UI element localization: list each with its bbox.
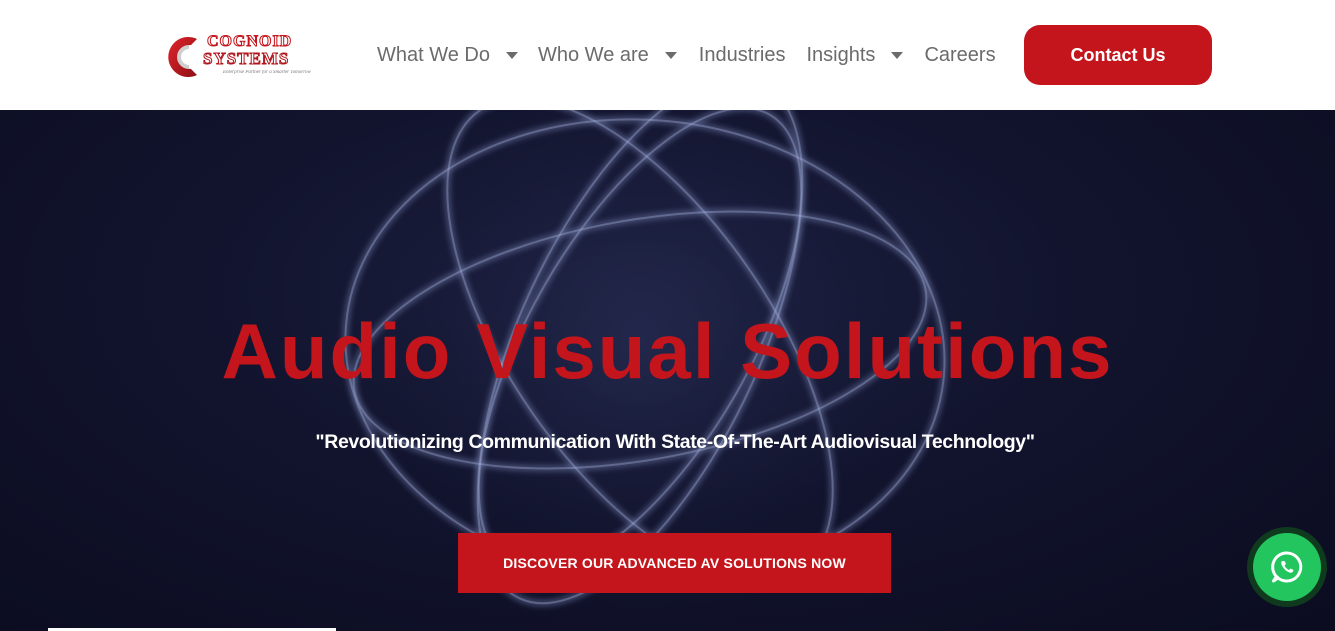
hero-subtitle: "Revolutionizing Communication With Stat… [315,431,1035,453]
nav-item-careers[interactable]: Careers [924,44,995,67]
nav-item-insights[interactable]: Insights [807,44,904,67]
discover-av-solutions-button[interactable]: DISCOVER OUR ADVANCED AV SOLUTIONS NOW [458,533,891,593]
logo-wordmark-line2: SYSTEMS [202,49,290,69]
caret-down-icon[interactable] [891,51,904,59]
main-nav: What We Do Who We are Industries Insight… [377,41,996,69]
nav-item-who-we-are[interactable]: Who We are [538,44,677,67]
company-logo[interactable]: COGNOID SYSTEMS Enterprise Partner for a… [159,33,319,81]
caret-down-icon[interactable] [664,51,677,59]
site-header: COGNOID SYSTEMS Enterprise Partner for a… [0,0,1335,110]
nav-item-label: Industries [698,43,786,66]
nav-item-label: Careers [924,43,996,66]
whatsapp-button-inner [1253,533,1321,601]
logo-tagline: Enterprise Partner for a Smarter Tomorro… [223,70,311,75]
whatsapp-chat-button[interactable] [1247,527,1327,607]
nav-item-label: Who We are [538,43,649,66]
nav-item-what-we-do[interactable]: What We Do [377,44,518,67]
nav-item-label: Insights [806,43,876,66]
caret-down-icon[interactable] [506,51,518,59]
hero-section: Audio Visual Solutions "Revolutionizing … [0,110,1335,631]
hero-title: Audio Visual Solutions [221,307,1114,395]
contact-us-button[interactable]: Contact Us [1024,25,1212,85]
nav-item-label: What We Do [377,43,490,66]
whatsapp-icon [1271,551,1303,583]
logo-c-mark-icon [168,37,197,77]
nav-item-industries[interactable]: Industries [699,44,786,67]
